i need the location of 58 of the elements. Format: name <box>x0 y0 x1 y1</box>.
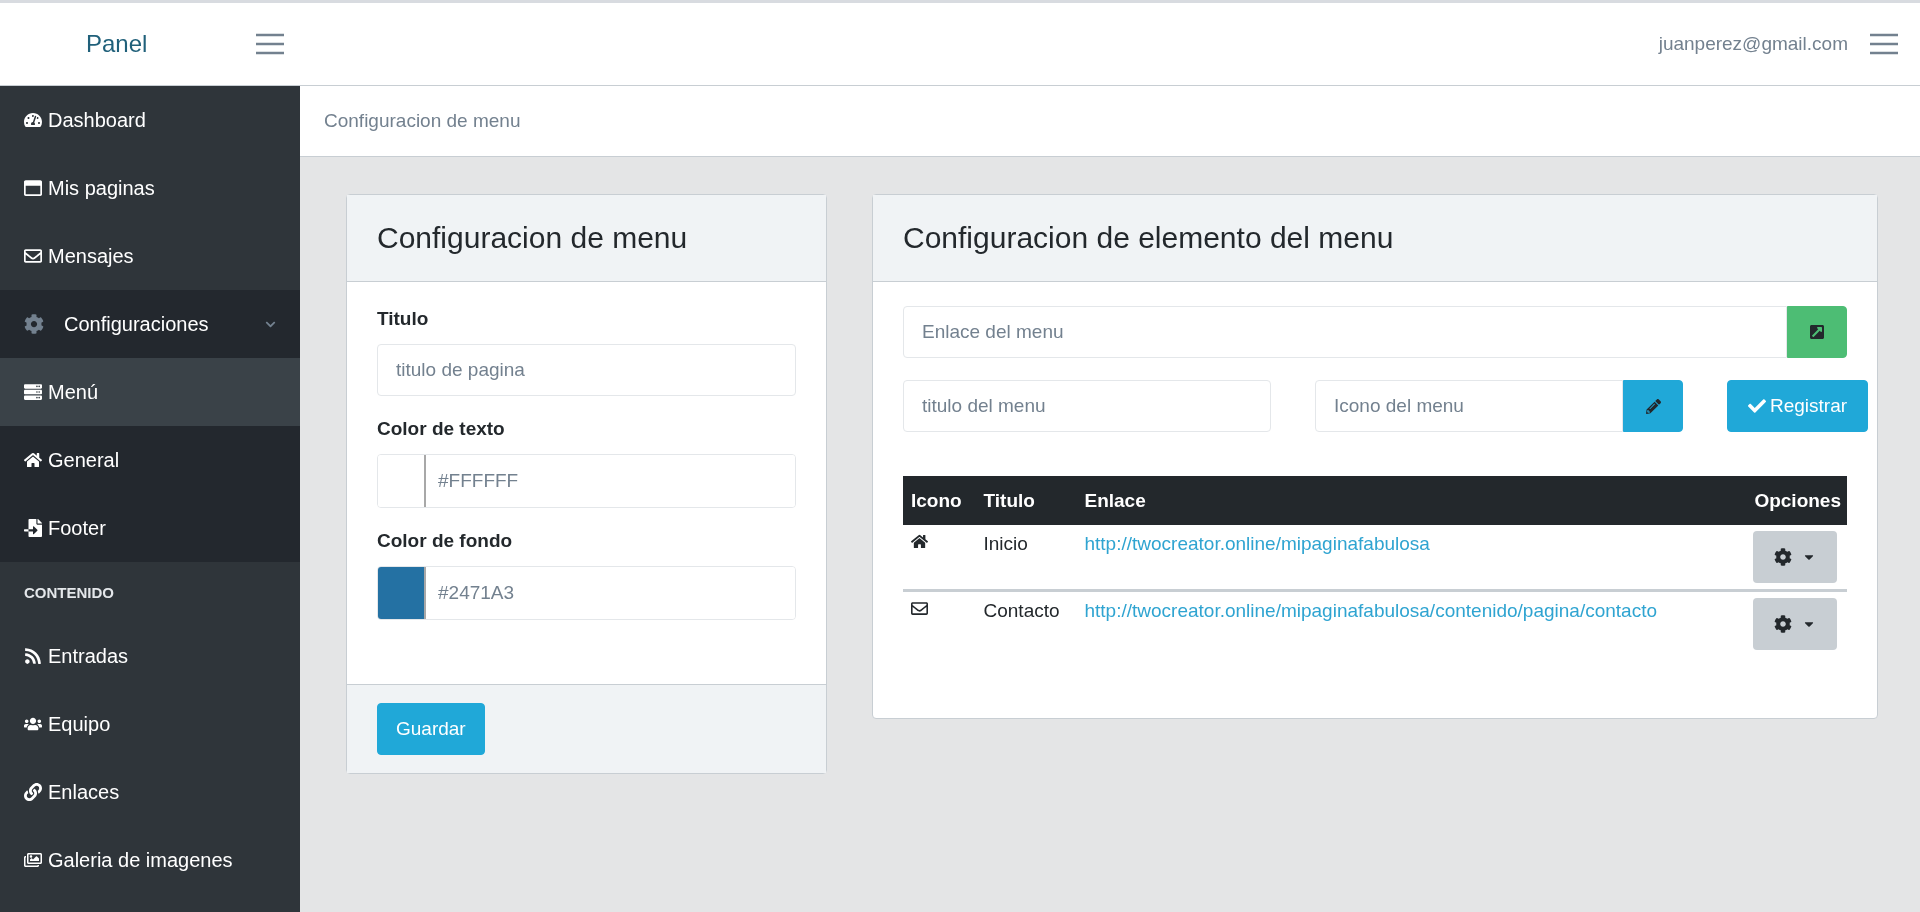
color-field[interactable]: #2471A3 <box>377 566 796 620</box>
sidebar-group[interactable]: Configuraciones <box>0 290 300 358</box>
options-button[interactable] <box>1753 531 1837 583</box>
envelope-icon <box>24 247 42 265</box>
check-icon <box>1747 397 1766 415</box>
card-title: Configuracion de menu <box>377 221 688 255</box>
sidebar-subitem[interactable]: Footer <box>0 494 300 562</box>
external-link-icon <box>1809 324 1825 340</box>
pencil-icon <box>1645 398 1661 414</box>
settings-icon <box>1774 548 1792 566</box>
sidebar-subitem[interactable]: General <box>0 426 300 494</box>
color-field[interactable]: #FFFFFF <box>377 454 796 508</box>
field-label: Titulo <box>377 308 430 330</box>
input-field[interactable]: titulo de pagina <box>377 344 796 396</box>
home-icon <box>911 533 928 550</box>
sidebar-item[interactable]: Entradas <box>0 622 300 690</box>
input-field[interactable]: Icono del menu <box>1315 380 1623 432</box>
server-list-icon <box>24 383 42 401</box>
column-header: Enlace <box>1076 476 1735 525</box>
edit-button[interactable] <box>1623 380 1683 432</box>
input-field[interactable]: titulo del menu <box>903 380 1271 432</box>
sidebar-item[interactable]: Mensajes <box>0 222 300 290</box>
window-icon <box>24 179 42 197</box>
column-header: Icono <box>903 476 976 525</box>
sidebar-item[interactable]: Dashboard <box>0 86 300 154</box>
file-icon <box>24 519 42 537</box>
table-cell: Inicio <box>975 525 1077 591</box>
breadcrumb: Configuracion de menu <box>324 110 521 132</box>
users-icon <box>24 715 42 733</box>
brand-title[interactable]: Panel <box>86 30 148 58</box>
sidebar-heading: CONTENIDO <box>23 582 115 603</box>
sidebar-item[interactable]: Mis paginas <box>0 154 300 222</box>
menu-icon <box>256 33 284 55</box>
color-swatch[interactable] <box>378 455 426 507</box>
color-swatch[interactable] <box>378 567 426 619</box>
options-button[interactable] <box>1753 598 1837 650</box>
user-email[interactable]: juanperez@gmail.com <box>1658 33 1848 55</box>
settings-icon <box>1774 615 1792 633</box>
sidebar-item[interactable]: Equipo <box>0 690 300 758</box>
column-header: Titulo <box>975 476 1077 525</box>
card-title: Configuracion de elemento del menu <box>903 221 1394 255</box>
rss-icon <box>24 647 42 665</box>
settings-icon <box>24 314 44 334</box>
column-header: Opciones <box>1734 476 1847 525</box>
input-field[interactable]: Enlace del menu <box>903 306 1787 358</box>
sidebar-item[interactable]: Galeria de imagenes <box>0 826 300 894</box>
images-icon <box>24 851 42 869</box>
menu-icon <box>1870 33 1898 55</box>
link-icon <box>24 783 42 801</box>
open-link-button[interactable] <box>1787 306 1847 358</box>
sidebar-subitem[interactable]: Menú <box>0 358 300 426</box>
table-cell: Contacto <box>975 590 1077 656</box>
sidebar-item[interactable]: Enlaces <box>0 758 300 826</box>
field-label: Color de texto <box>377 418 506 440</box>
envelope-icon <box>911 600 928 617</box>
home-icon <box>24 451 42 469</box>
field-label: Color de fondo <box>377 530 514 552</box>
dashboard-gauge-icon <box>24 111 42 129</box>
